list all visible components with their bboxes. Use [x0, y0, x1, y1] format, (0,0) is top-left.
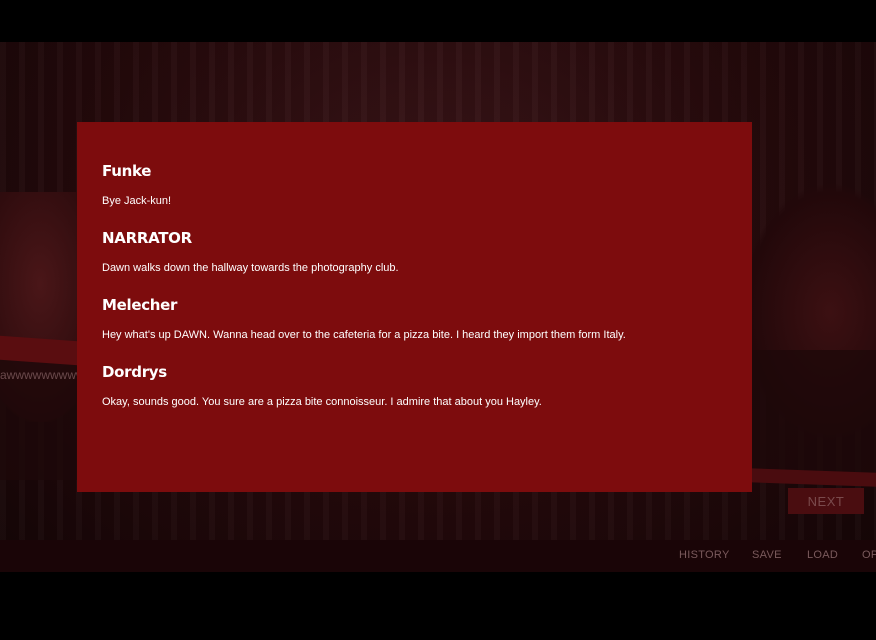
dialogue-line: Bye Jack-kun!: [102, 195, 172, 207]
menu-save[interactable]: SAVE: [752, 549, 782, 561]
history-entry: NARRATOR Dawn walks down the hallway tow…: [102, 227, 727, 275]
next-button[interactable]: NEXT: [788, 488, 864, 514]
letterbox-top: [0, 0, 876, 42]
background-dialogue-text: awwwwwwwwww: [0, 368, 80, 382]
speaker-name: Funke: [102, 162, 152, 180]
menu-options[interactable]: OP: [862, 549, 876, 561]
letterbox-bottom: [0, 572, 876, 640]
history-entry: Funke Bye Jack-kun!: [102, 160, 727, 208]
dialogue-line: Okay, sounds good. You sure are a pizza …: [102, 396, 542, 408]
dialogue-line: Dawn walks down the hallway towards the …: [102, 262, 399, 274]
menu-history[interactable]: HISTORY: [679, 549, 730, 561]
history-entry: Melecher Hey what's up DAWN. Wanna head …: [102, 294, 727, 342]
history-panel: Funke Bye Jack-kun! NARRATOR Dawn walks …: [77, 122, 752, 492]
quick-menu: HISTORY SAVE LOAD OP: [0, 540, 876, 572]
speaker-name: Dordrys: [102, 363, 167, 381]
menu-load[interactable]: LOAD: [807, 549, 838, 561]
history-entry: Dordrys Okay, sounds good. You sure are …: [102, 361, 727, 409]
speaker-name: Melecher: [102, 296, 178, 314]
dialogue-line: Hey what's up DAWN. Wanna head over to t…: [102, 329, 626, 341]
speaker-name: NARRATOR: [102, 229, 192, 247]
